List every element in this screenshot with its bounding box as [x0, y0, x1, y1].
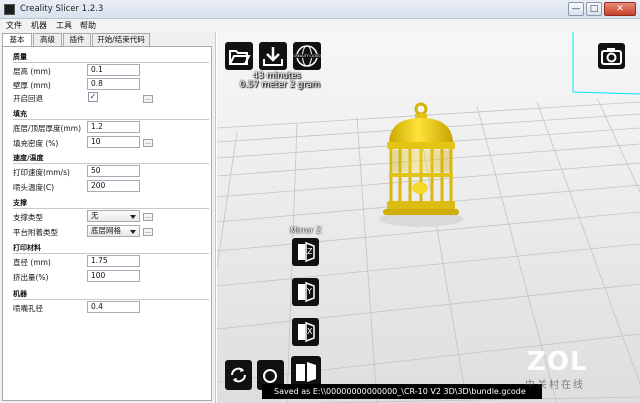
- watermark-subtitle: 中关村在线: [525, 380, 585, 391]
- mirror-label: Mirror Z: [290, 226, 322, 235]
- title-bar: Creality Slicer 1.2.3 — □ ✕: [0, 0, 640, 19]
- menu-help[interactable]: 帮助: [80, 20, 96, 31]
- nozzle-size-label: 喷嘴孔径: [13, 304, 43, 313]
- divider: [13, 62, 209, 63]
- mirror-z-letter: Z: [307, 247, 313, 256]
- creality-cloud-button[interactable]: CREALITY CLOUD: [293, 42, 321, 70]
- flow-field[interactable]: 100: [87, 270, 140, 282]
- nozzle-temp-label: 喷头温度(C): [13, 183, 55, 192]
- camera-icon: [601, 48, 622, 65]
- shell-thickness-field[interactable]: 0.8: [87, 78, 140, 90]
- 3d-viewport[interactable]: CREALITY CLOUD 43 minutes 0.57 meter 2 g…: [217, 32, 640, 403]
- chevron-down-icon: [130, 230, 136, 234]
- support-type-value: 无: [91, 211, 99, 220]
- support-type-label: 支撑类型: [13, 213, 43, 222]
- snapshot-button[interactable]: [598, 43, 625, 69]
- mirror-icon: [296, 362, 316, 382]
- watermark-logo: ZOL: [527, 347, 588, 377]
- mirror-x-icon: [298, 321, 315, 343]
- top-bottom-thickness-label: 底层/顶层厚度(mm): [13, 124, 81, 133]
- tab-advanced[interactable]: 高级: [33, 33, 62, 46]
- mirror-x-button[interactable]: X: [292, 318, 319, 346]
- download-icon: [263, 47, 283, 66]
- mirror-button[interactable]: [291, 356, 321, 386]
- divider: [13, 299, 209, 300]
- retraction-options-button[interactable]: ...: [143, 95, 153, 103]
- adhesion-type-label: 平台附着类型: [13, 228, 58, 237]
- menu-tools[interactable]: 工具: [56, 20, 72, 31]
- menu-machine[interactable]: 机器: [31, 20, 47, 31]
- nozzle-size-field[interactable]: 0.4: [87, 301, 140, 313]
- adhesion-type-select[interactable]: 底层网格: [87, 225, 140, 237]
- section-machine-title: 机器: [13, 290, 27, 298]
- menu-bar: 文件 机器 工具 帮助: [0, 19, 640, 32]
- mirror-y-letter: Y: [307, 287, 312, 296]
- fill-density-field[interactable]: 10: [87, 136, 140, 148]
- menu-file[interactable]: 文件: [6, 20, 22, 31]
- load-button[interactable]: [225, 42, 253, 70]
- rotate-button[interactable]: [225, 360, 252, 390]
- layer-height-field[interactable]: 0.1: [87, 64, 140, 76]
- folder-open-icon: [229, 50, 251, 65]
- fill-density-label: 填充密度 (%): [13, 139, 59, 148]
- shell-thickness-label: 壁厚 (mm): [13, 81, 51, 90]
- flow-label: 挤出量(%): [13, 273, 49, 282]
- rotate-icon: [231, 367, 246, 383]
- mirror-x-letter: X: [307, 327, 313, 336]
- adhesion-type-value: 底层网格: [91, 226, 121, 235]
- maximize-button[interactable]: □: [586, 2, 602, 16]
- diameter-label: 直径 (mm): [13, 258, 51, 267]
- print-speed-label: 打印速度(mm/s): [13, 168, 70, 177]
- save-gcode-button[interactable]: [259, 42, 287, 70]
- nozzle-temp-field[interactable]: 200: [87, 180, 140, 192]
- status-message: Saved as E:\\00000000000000_\CR-10 V2 3D…: [262, 384, 542, 399]
- chevron-down-icon: [130, 215, 136, 219]
- divider: [13, 208, 209, 209]
- divider: [13, 163, 209, 164]
- print-speed-field[interactable]: 50: [87, 165, 140, 177]
- app-icon: [4, 4, 15, 15]
- diameter-field[interactable]: 1.75: [87, 255, 140, 267]
- cloud-label: CREALITY CLOUD: [293, 54, 321, 58]
- mirror-z-button[interactable]: Z: [292, 238, 319, 266]
- close-button[interactable]: ✕: [604, 2, 636, 16]
- basic-settings: 质量 层高 (mm) 0.1 壁厚 (mm) 0.8 开启回退 ✓ ... 填充…: [2, 46, 212, 401]
- settings-panel: 基本 高级 插件 开始/结束代码 质量 层高 (mm) 0.1 壁厚 (mm) …: [0, 32, 216, 403]
- layer-height-label: 层高 (mm): [13, 67, 51, 76]
- minimize-button[interactable]: —: [568, 2, 584, 16]
- divider: [13, 119, 209, 120]
- top-bottom-thickness-field[interactable]: 1.2: [87, 121, 140, 133]
- mirror-y-button[interactable]: Y: [292, 278, 319, 306]
- retraction-label: 开启回退: [13, 94, 43, 103]
- mirror-z-icon: [298, 241, 315, 263]
- support-options-button[interactable]: ...: [143, 213, 153, 221]
- print-material-text: 0.57 meter 2 gram: [239, 80, 321, 90]
- section-filament-title: 打印材料: [13, 244, 41, 252]
- tab-basic[interactable]: 基本: [2, 33, 32, 47]
- section-fill-title: 填充: [13, 110, 27, 118]
- tab-plugins[interactable]: 插件: [63, 33, 91, 46]
- adhesion-options-button[interactable]: ...: [143, 228, 153, 236]
- retraction-checkbox[interactable]: ✓: [88, 92, 98, 102]
- tab-start-end-gcode[interactable]: 开始/结束代码: [92, 33, 150, 46]
- section-quality-title: 质量: [13, 53, 27, 61]
- mirror-y-icon: [298, 281, 315, 303]
- window-title: Creality Slicer 1.2.3: [20, 4, 104, 14]
- section-speed-title: 速度/温度: [13, 154, 44, 162]
- fill-options-button[interactable]: ...: [143, 139, 153, 147]
- section-support-title: 支撑: [13, 199, 27, 207]
- support-type-select[interactable]: 无: [87, 210, 140, 222]
- divider: [13, 253, 209, 254]
